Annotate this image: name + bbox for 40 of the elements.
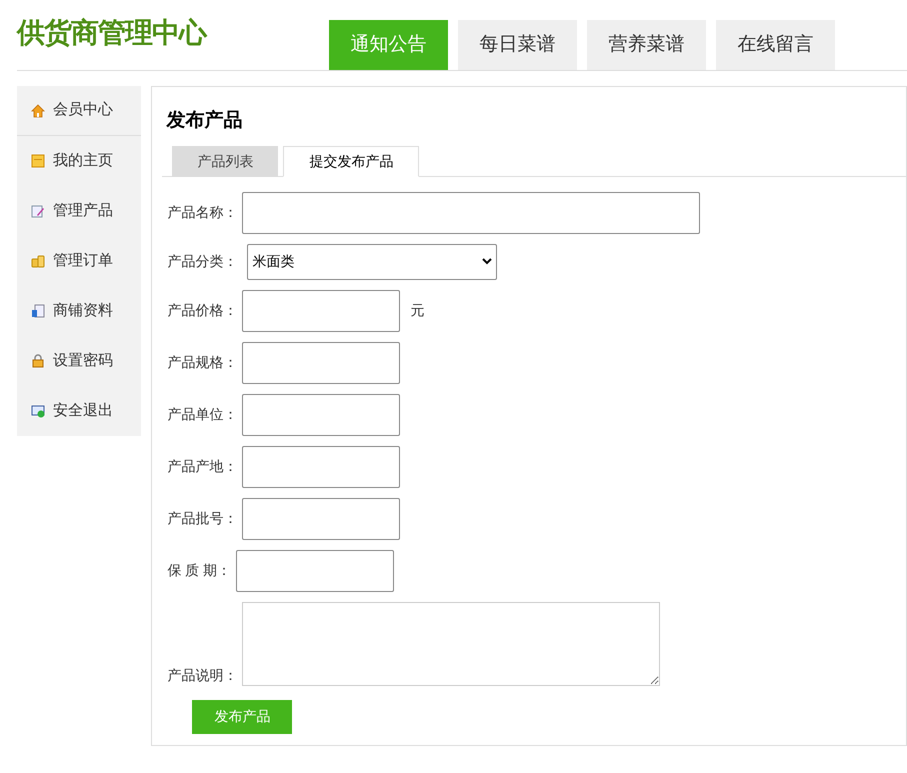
sidebar-item[interactable]: 安全退出 [17,386,142,436]
field-label: 产品说明： [167,666,238,684]
document-icon [31,304,45,318]
text-field[interactable] [242,446,400,488]
field-label: 产品名称： [167,203,238,222]
field-label: 产品单位： [167,405,238,424]
text-field[interactable] [236,550,394,592]
sidebar-item[interactable]: 设置密码 [17,336,142,386]
chevron-down-icon [482,258,492,265]
field-label: 产品产地： [167,457,238,476]
sidebar-item[interactable]: 我的主页 [17,136,142,186]
id-card-icon [31,404,45,418]
nav-tab[interactable]: 在线留言 [716,20,835,70]
note-icon [31,154,45,168]
field-label: 保 质 期： [167,561,232,580]
nav-tab[interactable]: 每日菜谱 [458,20,577,70]
sidebar-item[interactable]: 管理产品 [17,186,142,236]
panel-tab[interactable]: 提交发布产品 [283,146,420,176]
house-icon [31,104,45,118]
sidebar-item[interactable]: 会员中心 [17,86,142,136]
edit-icon [31,204,45,218]
field-label: 产品规格： [167,353,238,372]
panel-tab[interactable]: 产品列表 [172,146,278,176]
text-field[interactable] [242,192,700,234]
text-field[interactable] [242,290,400,332]
field-label: 产品分类： [167,252,238,271]
text-field[interactable] [242,498,400,540]
unit-label: 元 [410,301,424,320]
text-field[interactable] [242,342,400,384]
sidebar-item[interactable]: 管理订单 [17,236,142,286]
site-logo: 供货商管理中心 [17,16,208,50]
field-label: 产品批号： [167,509,238,528]
panel-title: 发布产品 [166,108,244,133]
nav-tab[interactable]: 营养菜谱 [587,20,706,70]
field-label: 产品价格： [167,301,238,320]
text-field[interactable] [242,394,400,436]
sidebar-item[interactable]: 商铺资料 [17,286,142,336]
lock-icon [31,354,45,368]
coins-icon [31,254,45,268]
category-select[interactable]: 米面类 [247,244,498,280]
